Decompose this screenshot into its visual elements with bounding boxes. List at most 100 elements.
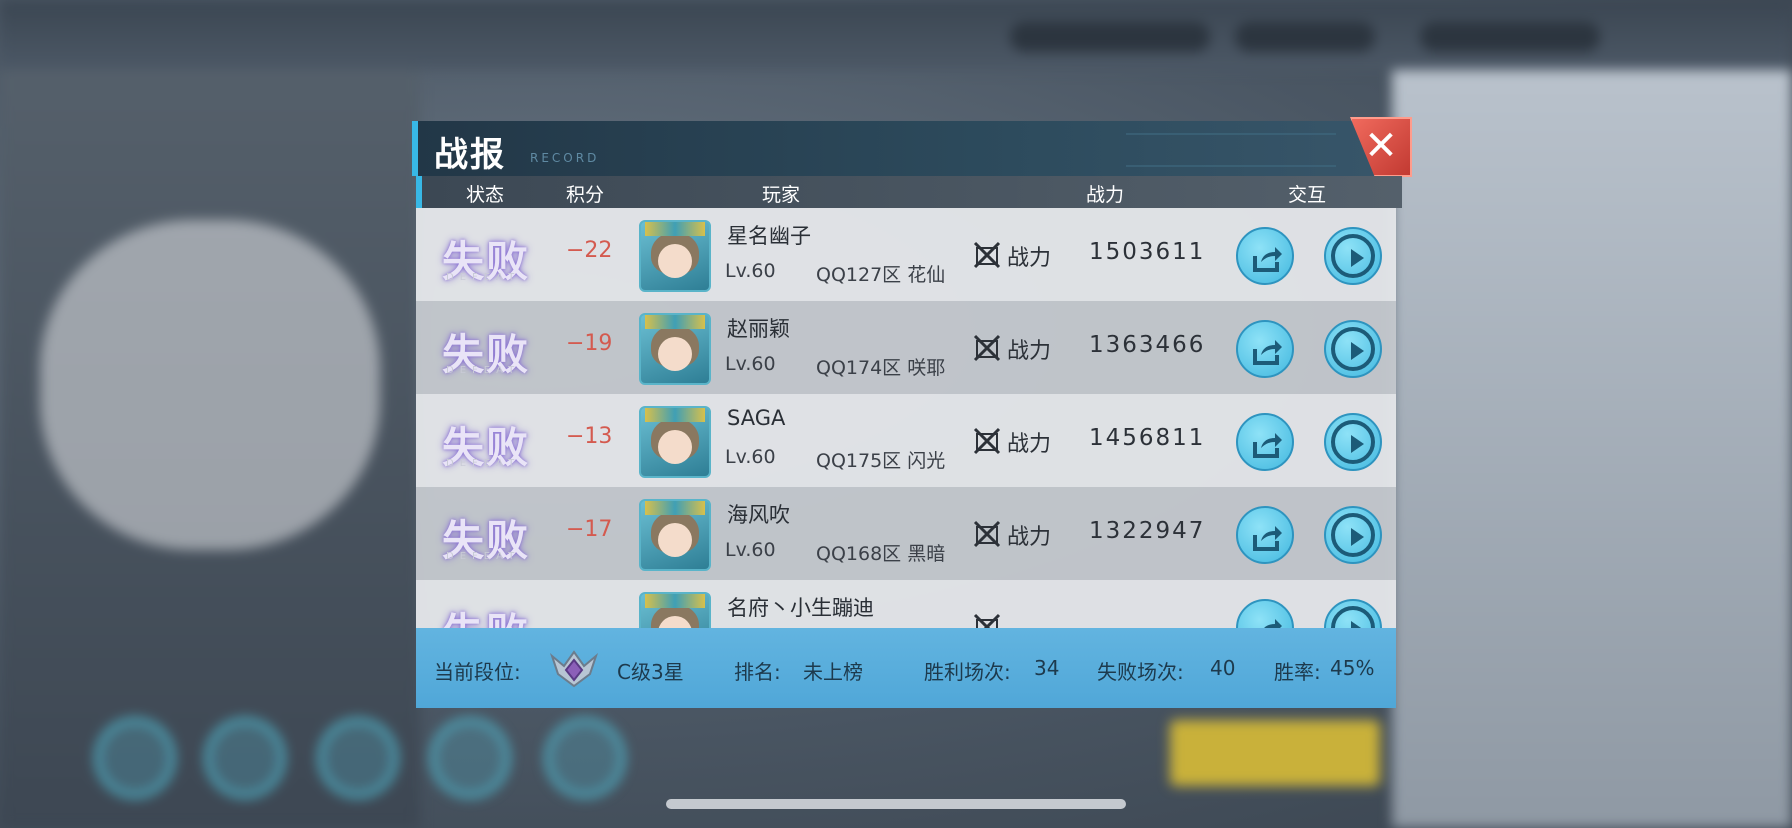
- player-avatar[interactable]: [639, 220, 711, 292]
- power-value: 1322947: [1089, 518, 1206, 544]
- power-value: 1503611: [1089, 239, 1206, 265]
- rank-emblem-icon: [550, 650, 598, 688]
- footer-summary: 当前段位: C级3星 排名: 未上榜 胜利场次: 34 失败场次: 40 胜率:…: [416, 628, 1396, 708]
- player-level: Lv.60: [725, 539, 776, 561]
- player-avatar[interactable]: [639, 499, 711, 571]
- player-server: QQ175区 闪光: [816, 450, 946, 472]
- avatar-frame-crown: [645, 501, 705, 515]
- status-subtext: DEFEAT: [446, 458, 521, 469]
- rank-label: 排名:: [734, 660, 781, 684]
- defeat-status-badge: 失败DEFEAT: [442, 600, 557, 628]
- replay-button[interactable]: [1324, 599, 1382, 628]
- wins-value: 34: [1034, 656, 1060, 680]
- power-value: 1363466: [1089, 332, 1206, 358]
- defeat-status-badge: 失败DEFEAT: [442, 414, 557, 472]
- player-level: Lv.60: [725, 353, 776, 375]
- share-button[interactable]: [1236, 599, 1294, 628]
- tier-value: C级3星: [617, 660, 684, 684]
- wins-label: 胜利场次:: [924, 660, 1011, 684]
- share-button[interactable]: [1236, 320, 1294, 378]
- record-row: 失败 DEFEAT −22 星名幽子 Lv.60 QQ127区 花仙 战力 1503611: [416, 208, 1396, 301]
- crossed-swords-icon: [973, 334, 1001, 362]
- replay-icon: [1351, 342, 1364, 360]
- record-row: 失败 DEFEAT −17 海风吹 Lv.60 QQ168区 黑暗 战力 1322947: [416, 487, 1396, 580]
- column-header: 状态 积分 玩家 战力 交互: [416, 176, 1402, 208]
- record-list[interactable]: 失败 DEFEAT −22 星名幽子 Lv.60 QQ127区 花仙 战力 1503611 失败…: [416, 208, 1396, 628]
- share-icon: [1253, 526, 1282, 551]
- record-row: 失败DEFEAT 名府丶小生蹦迪: [416, 580, 1396, 628]
- share-icon: [1264, 619, 1282, 628]
- status-subtext: DEFEAT: [446, 272, 521, 283]
- replay-button[interactable]: [1324, 320, 1382, 378]
- power-label: 战力: [1007, 246, 1052, 271]
- rank-value: 未上榜: [803, 660, 863, 684]
- avatar-frame-crown: [645, 594, 705, 608]
- modal-subtitle: RECORD: [530, 151, 600, 165]
- losses-label: 失败场次:: [1097, 660, 1184, 684]
- status-subtext: DEFEAT: [446, 365, 521, 376]
- player-name: 赵丽颖: [727, 317, 790, 341]
- record-row: 失败 DEFEAT −13 SAGA Lv.60 QQ175区 闪光 战力 1456811: [416, 394, 1396, 487]
- share-icon: [1253, 340, 1282, 365]
- avatar-frame-crown: [645, 222, 705, 236]
- defeat-status-badge: 失败DEFEAT: [442, 507, 557, 565]
- power-value: 1456811: [1089, 425, 1206, 451]
- replay-icon: [1351, 249, 1364, 267]
- modal-title: 战报: [434, 135, 506, 175]
- score-change: −17: [566, 517, 613, 542]
- tier-label: 当前段位:: [434, 660, 521, 684]
- player-name: 海风吹: [727, 503, 790, 527]
- record-row: 失败 DEFEAT −19 赵丽颖 Lv.60 QQ174区 咲耶 战力 1363466: [416, 301, 1396, 394]
- crossed-swords-icon: [973, 613, 1001, 628]
- replay-icon: [1351, 621, 1362, 628]
- player-server: QQ127区 花仙: [816, 264, 946, 286]
- status-text: 失败: [442, 600, 557, 628]
- score-change: −13: [566, 424, 613, 449]
- background-circle-button: [205, 718, 285, 798]
- avatar-face: [658, 337, 692, 371]
- player-level: Lv.60: [725, 260, 776, 282]
- winrate-value: 45%: [1330, 656, 1375, 680]
- share-icon: [1253, 433, 1282, 458]
- player-avatar[interactable]: [639, 313, 711, 385]
- background-circle-button: [95, 718, 175, 798]
- player-avatar[interactable]: [639, 406, 711, 478]
- background-action-button: [1170, 720, 1380, 786]
- background-resource-pill: [1010, 22, 1210, 52]
- player-avatar[interactable]: [639, 592, 711, 628]
- background-resource-pill: [1420, 22, 1600, 52]
- replay-button[interactable]: [1324, 413, 1382, 471]
- player-name: 名府丶小生蹦迪: [727, 596, 874, 620]
- replay-icon: [1351, 435, 1364, 453]
- player-level: Lv.60: [725, 446, 776, 468]
- replay-button[interactable]: [1324, 506, 1382, 564]
- home-indicator[interactable]: [666, 799, 1126, 809]
- power-label: 战力: [1007, 525, 1052, 550]
- winrate-label: 胜率:: [1274, 660, 1321, 684]
- avatar-face: [658, 523, 692, 557]
- background-resource-pill: [1235, 22, 1375, 52]
- score-change: −19: [566, 331, 613, 356]
- header-decoration: [1126, 133, 1336, 167]
- replay-button[interactable]: [1324, 227, 1382, 285]
- share-button[interactable]: [1236, 413, 1294, 471]
- background-character: [40, 220, 380, 550]
- losses-value: 40: [1210, 656, 1236, 680]
- background-circle-button: [318, 718, 398, 798]
- column-player: 玩家: [762, 184, 801, 206]
- power-label: 战力: [1007, 339, 1052, 364]
- close-icon: ✕: [1364, 123, 1398, 169]
- player-server: QQ174区 咲耶: [816, 357, 946, 379]
- avatar-frame-crown: [645, 315, 705, 329]
- share-button[interactable]: [1236, 506, 1294, 564]
- background-circle-button: [545, 718, 625, 798]
- share-button[interactable]: [1236, 227, 1294, 285]
- replay-icon: [1351, 528, 1364, 546]
- crossed-swords-icon: [973, 241, 1001, 269]
- background-circle-button: [430, 718, 510, 798]
- player-name: 星名幽子: [727, 224, 811, 248]
- column-interact: 交互: [1288, 184, 1327, 206]
- defeat-status-badge: 失败DEFEAT: [442, 321, 557, 379]
- modal-header: 战报 RECORD: [412, 121, 1406, 176]
- score-change: −22: [566, 238, 613, 263]
